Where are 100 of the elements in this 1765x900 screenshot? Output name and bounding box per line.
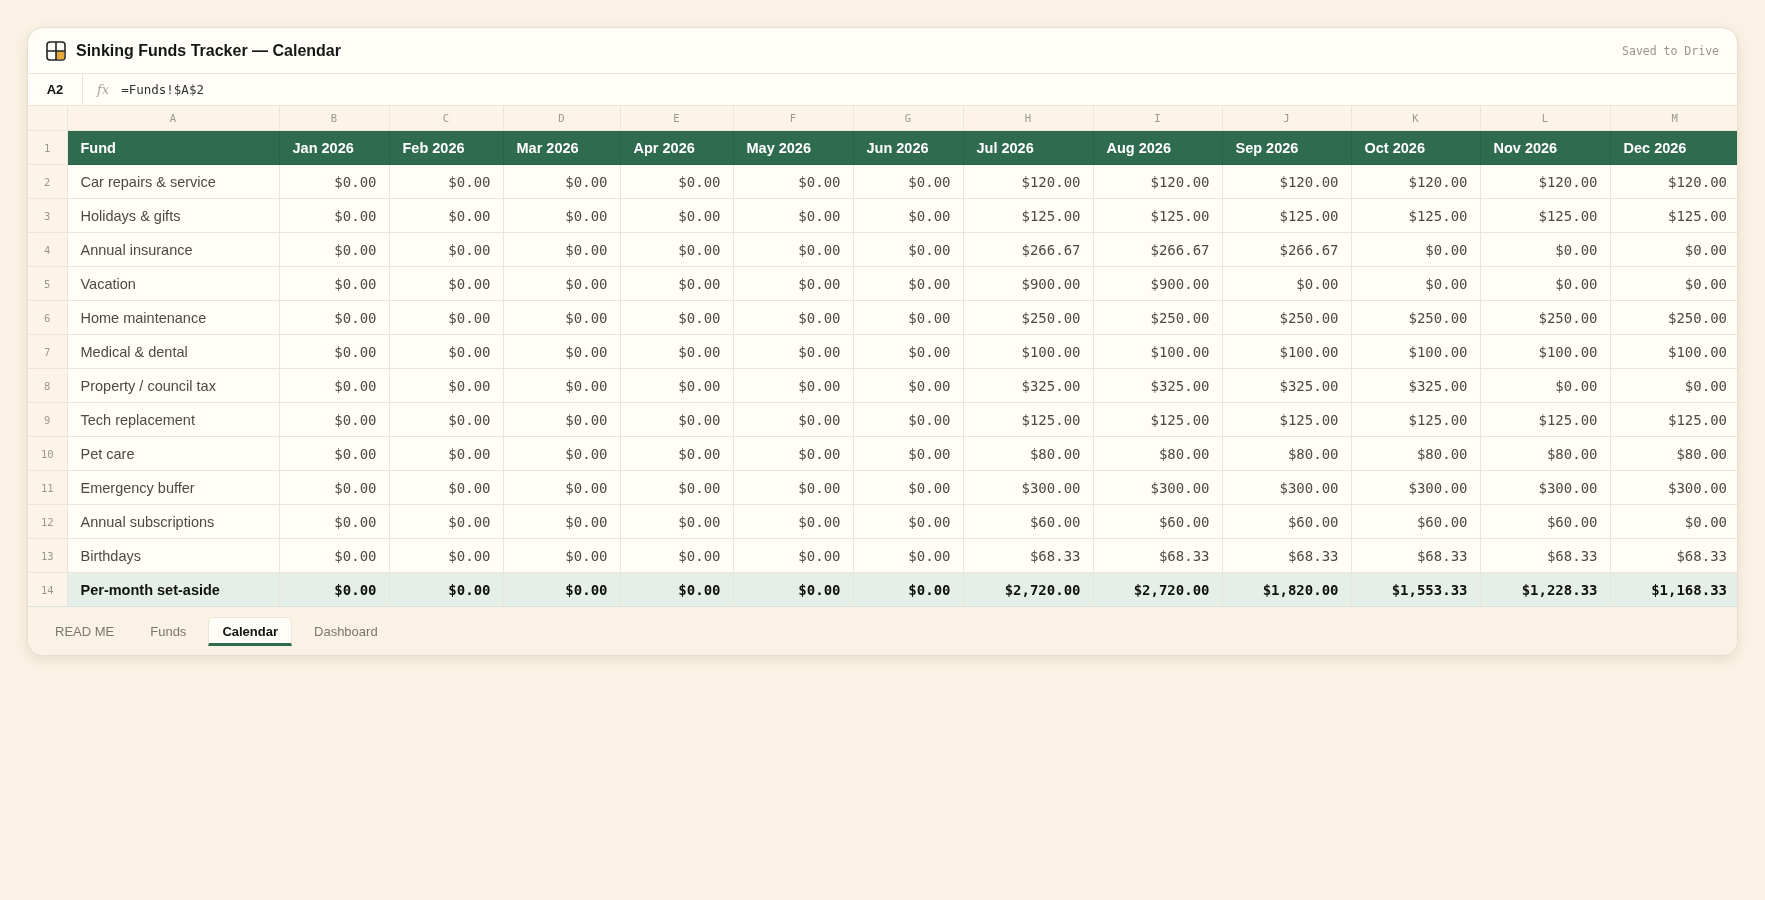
fund-name: Medical & dental xyxy=(67,334,279,369)
row-number[interactable]: 9 xyxy=(28,402,67,437)
total-label: Per-month set-aside xyxy=(67,572,279,607)
table-cell: $0.00 xyxy=(853,368,963,403)
table-cell: $0.00 xyxy=(620,198,733,233)
table-cell: $80.00 xyxy=(1480,436,1610,471)
row-number[interactable]: 13 xyxy=(28,538,67,573)
table-cell: $300.00 xyxy=(963,470,1093,505)
formula-text[interactable]: =Funds!$A$2 xyxy=(121,82,204,97)
row-number[interactable]: 3 xyxy=(28,198,67,233)
row-number[interactable]: 5 xyxy=(28,266,67,301)
table-cell: $80.00 xyxy=(963,436,1093,471)
table-cell: $0.00 xyxy=(389,504,503,539)
row-number[interactable]: 11 xyxy=(28,470,67,505)
table-cell: $0.00 xyxy=(389,538,503,573)
row-number[interactable]: 7 xyxy=(28,334,67,369)
table-cell: $0.00 xyxy=(503,538,620,573)
table-cell: $0.00 xyxy=(279,470,389,505)
column-letter[interactable]: A xyxy=(67,106,279,131)
table-cell: $80.00 xyxy=(1093,436,1222,471)
column-letter[interactable]: M xyxy=(1610,106,1737,131)
row-number[interactable]: 12 xyxy=(28,504,67,539)
column-letter[interactable]: H xyxy=(963,106,1093,131)
total-cell: $1,820.00 xyxy=(1222,572,1351,607)
window-title: Sinking Funds Tracker — Calendar xyxy=(76,41,341,60)
row-number[interactable]: 2 xyxy=(28,164,67,199)
table-cell: $250.00 xyxy=(963,300,1093,335)
table-cell: $100.00 xyxy=(1480,334,1610,369)
fund-name: Home maintenance xyxy=(67,300,279,335)
column-letter[interactable]: L xyxy=(1480,106,1610,131)
table-cell: $900.00 xyxy=(1093,266,1222,301)
sheet-tab[interactable]: Funds xyxy=(136,616,201,646)
fund-name: Car repairs & service xyxy=(67,164,279,199)
column-letter[interactable]: B xyxy=(279,106,389,131)
table-cell: $300.00 xyxy=(1093,470,1222,505)
table-cell: $120.00 xyxy=(1222,164,1351,199)
column-letter[interactable]: J xyxy=(1222,106,1351,131)
table-cell: $300.00 xyxy=(1480,470,1610,505)
table-cell: $0.00 xyxy=(389,198,503,233)
table-cell: $0.00 xyxy=(503,232,620,267)
table-cell: $325.00 xyxy=(1222,368,1351,403)
total-cell: $1,553.33 xyxy=(1351,572,1480,607)
table-cell: $0.00 xyxy=(620,300,733,335)
fund-name: Annual subscriptions xyxy=(67,504,279,539)
table-cell: $125.00 xyxy=(1093,402,1222,437)
table-cell: $0.00 xyxy=(733,402,853,437)
row-number[interactable]: 10 xyxy=(28,436,67,471)
table-cell: $0.00 xyxy=(279,198,389,233)
table-cell: $60.00 xyxy=(1093,504,1222,539)
table-cell: $300.00 xyxy=(1351,470,1480,505)
table-cell: $125.00 xyxy=(963,198,1093,233)
table-cell: $0.00 xyxy=(733,368,853,403)
sheet-tab[interactable]: READ ME xyxy=(41,616,129,646)
total-cell: $0.00 xyxy=(733,572,853,607)
table-cell: $0.00 xyxy=(389,436,503,471)
column-header: Fund xyxy=(67,130,279,165)
column-letter[interactable]: F xyxy=(733,106,853,131)
table-cell: $0.00 xyxy=(503,402,620,437)
table-cell: $125.00 xyxy=(1480,198,1610,233)
column-header: Jul 2026 xyxy=(963,130,1093,165)
row-number[interactable]: 8 xyxy=(28,368,67,403)
row-number[interactable]: 6 xyxy=(28,300,67,335)
table-cell: $60.00 xyxy=(1351,504,1480,539)
sheet-tab[interactable]: Dashboard xyxy=(300,616,392,646)
table-cell: $250.00 xyxy=(1222,300,1351,335)
table-cell: $125.00 xyxy=(963,402,1093,437)
table-cell: $0.00 xyxy=(620,470,733,505)
table-cell: $0.00 xyxy=(733,538,853,573)
table-cell: $0.00 xyxy=(1351,266,1480,301)
total-cell: $1,168.33 xyxy=(1610,572,1737,607)
column-letter[interactable]: G xyxy=(853,106,963,131)
table-cell: $250.00 xyxy=(1351,300,1480,335)
table-cell: $0.00 xyxy=(279,266,389,301)
sheet-tab[interactable]: Calendar xyxy=(208,616,292,646)
column-letter[interactable]: E xyxy=(620,106,733,131)
column-letter[interactable]: K xyxy=(1351,106,1480,131)
table-cell: $0.00 xyxy=(389,470,503,505)
total-cell: $0.00 xyxy=(853,572,963,607)
column-letter[interactable]: C xyxy=(389,106,503,131)
cell-reference[interactable]: A2 xyxy=(28,74,83,105)
table-cell: $250.00 xyxy=(1093,300,1222,335)
table-cell: $0.00 xyxy=(1480,266,1610,301)
save-status: Saved to Drive xyxy=(1622,43,1719,58)
table-cell: $0.00 xyxy=(853,538,963,573)
table-cell: $0.00 xyxy=(620,538,733,573)
table-cell: $266.67 xyxy=(1222,232,1351,267)
table-cell: $325.00 xyxy=(963,368,1093,403)
fund-name: Annual insurance xyxy=(67,232,279,267)
table-cell: $0.00 xyxy=(733,300,853,335)
table-cell: $0.00 xyxy=(620,232,733,267)
row-number[interactable]: 4 xyxy=(28,232,67,267)
table-cell: $0.00 xyxy=(853,232,963,267)
row-number[interactable]: 1 xyxy=(28,130,67,165)
table-cell: $80.00 xyxy=(1222,436,1351,471)
row-number[interactable]: 14 xyxy=(28,572,67,607)
column-letter[interactable]: I xyxy=(1093,106,1222,131)
column-letter[interactable]: D xyxy=(503,106,620,131)
table-cell: $0.00 xyxy=(503,266,620,301)
table-cell: $125.00 xyxy=(1351,198,1480,233)
table-cell: $120.00 xyxy=(963,164,1093,199)
